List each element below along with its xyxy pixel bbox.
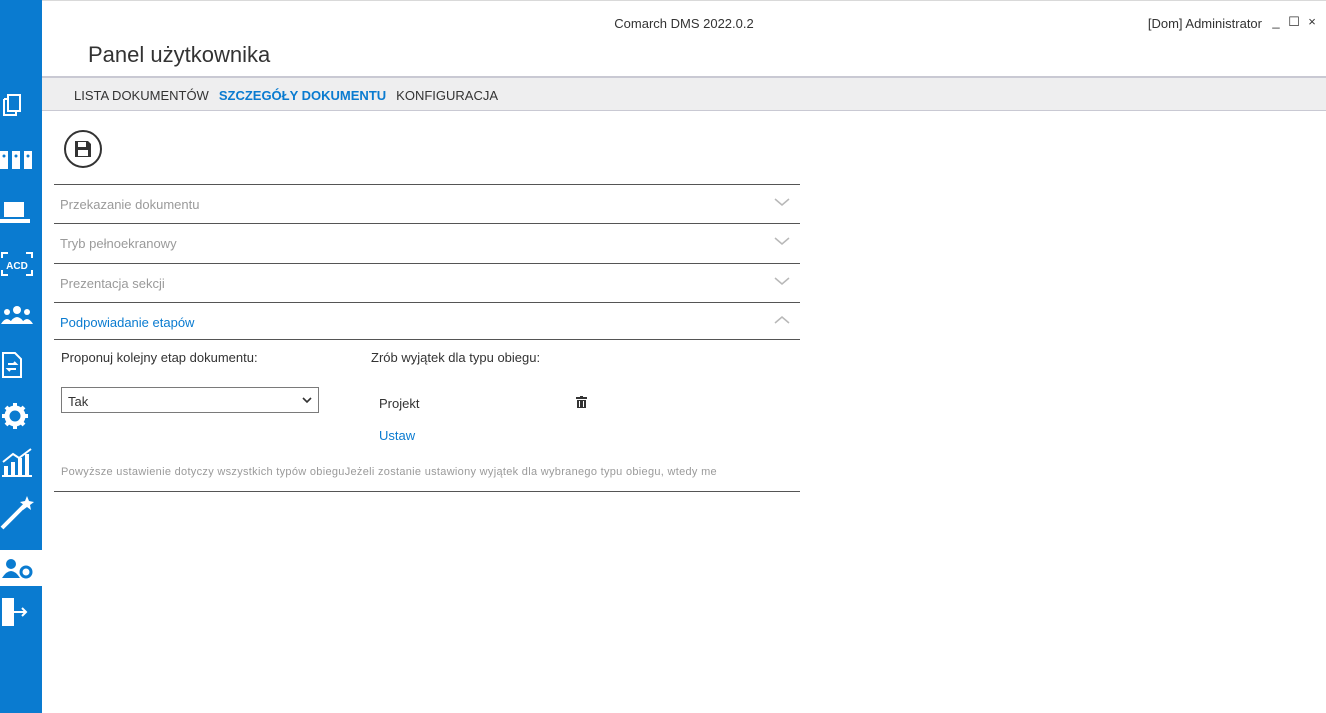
sidebar-item-logout[interactable] — [0, 594, 42, 630]
sidebar-item-documents[interactable] — [0, 86, 42, 122]
section-label: Prezentacja sekcji — [60, 276, 165, 291]
user-info[interactable]: [Dom] Administrator — [1148, 16, 1262, 31]
window-controls: _ ☐ × — [1270, 14, 1318, 30]
svg-text:ACD: ACD — [6, 261, 28, 272]
set-exception-link[interactable]: Ustaw — [379, 428, 415, 443]
tab-configuration[interactable]: KONFIGURACJA — [396, 88, 498, 103]
close-button[interactable]: × — [1306, 14, 1318, 30]
sidebar-item-document-refresh[interactable] — [0, 347, 42, 383]
propose-stage-select[interactable]: Tak — [61, 387, 319, 413]
sidebar-item-user-panel[interactable] — [0, 550, 42, 586]
chevron-up-icon — [774, 316, 790, 324]
user-settings-icon — [2, 559, 33, 579]
sidebar-item-users[interactable] — [0, 298, 42, 334]
propose-stage-label: Proponuj kolejny etap dokumentu: — [61, 350, 258, 365]
sidebar: ACD — [0, 0, 42, 713]
divider — [54, 491, 800, 492]
title-bar: Comarch DMS 2022.0.2 [Dom] Administrator… — [42, 0, 1326, 40]
section-fullscreen-mode[interactable]: Tryb pełnoekranowy — [54, 223, 800, 262]
section-label: Podpowiadanie etapów — [60, 315, 195, 330]
gear-icon — [2, 403, 28, 429]
tab-document-details[interactable]: SZCZEGÓŁY DOKUMENTU — [219, 88, 386, 103]
chevron-down-icon — [774, 277, 790, 285]
documents-icon — [3, 94, 21, 116]
sidebar-item-wizard[interactable] — [0, 494, 42, 530]
section-label: Tryb pełnoekranowy — [60, 236, 177, 251]
select-value: Tak — [68, 394, 89, 409]
info-note: Powyższe ustawienie dotyczy wszystkich t… — [61, 466, 717, 478]
trash-icon[interactable] — [576, 396, 587, 408]
chevron-down-icon — [774, 198, 790, 206]
tabs-bar: LISTA DOKUMENTÓW SZCZEGÓŁY DOKUMENTU KON… — [42, 76, 1326, 111]
ocr-acd-icon: ACD — [1, 252, 33, 276]
users-icon — [1, 306, 33, 324]
chevron-down-icon — [774, 237, 790, 245]
minimize-button[interactable]: _ — [1270, 14, 1282, 30]
sidebar-item-binders[interactable] — [0, 142, 42, 178]
exception-label: Zrób wyjątek dla typu obiegu: — [371, 350, 541, 365]
laptop-icon — [0, 202, 30, 223]
sidebar-item-reports[interactable] — [0, 446, 42, 482]
app-title: Comarch DMS 2022.0.2 — [614, 16, 754, 31]
stage-hints-panel: Proponuj kolejny etap dokumentu: Zrób wy… — [54, 339, 800, 491]
section-stage-hints[interactable]: Podpowiadanie etapów — [54, 302, 800, 339]
chart-icon — [2, 448, 32, 477]
sidebar-item-laptop[interactable] — [0, 194, 42, 230]
logout-door-icon — [2, 598, 28, 626]
save-icon — [75, 141, 91, 157]
save-button[interactable] — [64, 130, 102, 168]
sidebar-item-ocr[interactable]: ACD — [0, 246, 42, 282]
tabs: LISTA DOKUMENTÓW SZCZEGÓŁY DOKUMENTU KON… — [74, 88, 498, 103]
chevron-down-icon — [302, 397, 312, 404]
magic-wand-icon — [0, 496, 34, 530]
binders-icon — [0, 151, 32, 169]
sidebar-item-settings[interactable] — [0, 398, 42, 434]
section-label: Przekazanie dokumentu — [60, 197, 200, 212]
exception-item: Projekt — [379, 396, 420, 411]
maximize-button[interactable]: ☐ — [1288, 14, 1300, 30]
tab-document-list[interactable]: LISTA DOKUMENTÓW — [74, 88, 209, 103]
section-document-transfer[interactable]: Przekazanie dokumentu — [54, 184, 800, 223]
document-refresh-icon — [2, 352, 22, 378]
section-section-presentation[interactable]: Prezentacja sekcji — [54, 263, 800, 302]
page-title: Panel użytkownika — [88, 42, 271, 67]
